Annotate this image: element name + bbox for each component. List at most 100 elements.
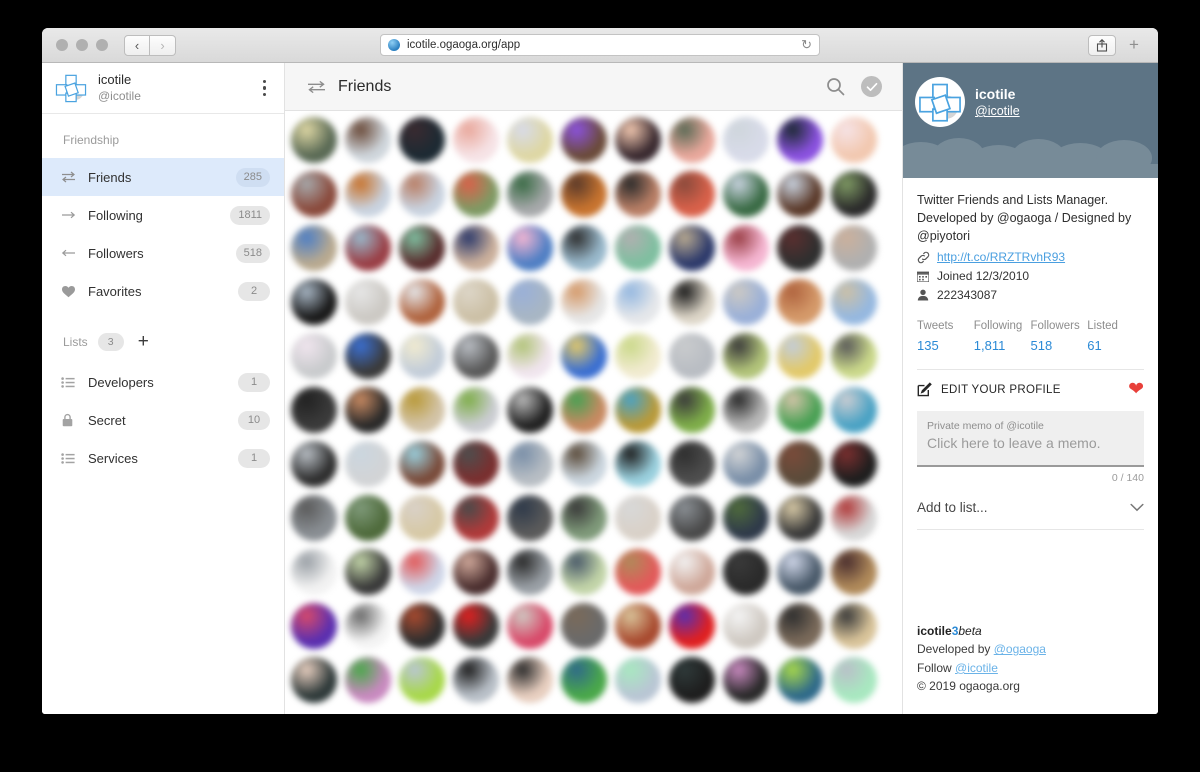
friend-avatar[interactable]	[665, 329, 719, 383]
friend-avatar[interactable]	[827, 653, 881, 707]
friend-avatar[interactable]	[719, 221, 773, 275]
edit-pencil-icon[interactable]	[917, 382, 932, 397]
friend-avatar[interactable]	[557, 491, 611, 545]
friend-avatar[interactable]	[557, 545, 611, 599]
edit-profile-button[interactable]: EDIT YOUR PROFILE	[941, 384, 1128, 396]
sidebar-item-secret[interactable]: Secret 10	[42, 401, 284, 439]
friend-avatar[interactable]	[557, 599, 611, 653]
stat-followers[interactable]: Followers 518	[1031, 318, 1088, 355]
friend-avatar[interactable]	[557, 275, 611, 329]
friend-avatar[interactable]	[557, 221, 611, 275]
friend-avatar[interactable]	[557, 113, 611, 167]
friend-avatar[interactable]	[557, 653, 611, 707]
friend-avatar[interactable]	[503, 383, 557, 437]
friend-avatar[interactable]	[503, 275, 557, 329]
sidebar-item-services[interactable]: Services 1	[42, 439, 284, 477]
sidebar-item-following[interactable]: Following 1811	[42, 196, 284, 234]
friend-avatar[interactable]	[395, 491, 449, 545]
friend-avatar[interactable]	[395, 275, 449, 329]
friend-avatar[interactable]	[503, 221, 557, 275]
friend-avatar[interactable]	[503, 113, 557, 167]
friend-avatar[interactable]	[557, 383, 611, 437]
address-bar[interactable]: icotile.ogaoga.org/app ↻	[380, 34, 820, 56]
friend-avatar[interactable]	[449, 653, 503, 707]
friend-avatar[interactable]	[395, 599, 449, 653]
friend-avatar[interactable]	[665, 437, 719, 491]
friend-avatar[interactable]	[341, 113, 395, 167]
friend-avatar[interactable]	[827, 221, 881, 275]
kebab-menu-icon[interactable]	[259, 76, 271, 101]
stat-tweets[interactable]: Tweets 135	[917, 318, 974, 355]
friend-avatar[interactable]	[341, 491, 395, 545]
friend-avatar[interactable]	[395, 221, 449, 275]
forward-button[interactable]: ›	[150, 34, 176, 56]
friend-avatar[interactable]	[611, 545, 665, 599]
friend-avatar[interactable]	[773, 329, 827, 383]
friend-avatar[interactable]	[719, 599, 773, 653]
friend-avatar[interactable]	[611, 167, 665, 221]
friend-avatar[interactable]	[611, 221, 665, 275]
friend-avatar[interactable]	[665, 167, 719, 221]
friend-avatar[interactable]	[719, 329, 773, 383]
minimize-window-button[interactable]	[76, 39, 88, 51]
friend-avatar[interactable]	[611, 383, 665, 437]
sidebar-item-favorites[interactable]: Favorites 2	[42, 272, 284, 310]
friend-avatar[interactable]	[503, 653, 557, 707]
friend-avatar[interactable]	[287, 113, 341, 167]
friend-avatar[interactable]	[395, 437, 449, 491]
friend-avatar[interactable]	[449, 383, 503, 437]
friend-avatar[interactable]	[395, 329, 449, 383]
friend-avatar[interactable]	[287, 383, 341, 437]
friend-avatar[interactable]	[287, 545, 341, 599]
friend-avatar[interactable]	[719, 491, 773, 545]
friend-avatar[interactable]	[341, 383, 395, 437]
window-controls[interactable]	[56, 39, 108, 51]
friend-avatar[interactable]	[287, 221, 341, 275]
stat-listed[interactable]: Listed 61	[1087, 318, 1144, 355]
add-list-button[interactable]: +	[138, 332, 149, 351]
friend-avatar[interactable]	[341, 221, 395, 275]
friend-avatar[interactable]	[719, 653, 773, 707]
friend-avatar[interactable]	[503, 329, 557, 383]
friend-avatar[interactable]	[773, 599, 827, 653]
friend-avatar[interactable]	[719, 545, 773, 599]
friend-avatar[interactable]	[827, 491, 881, 545]
friend-avatar[interactable]	[449, 491, 503, 545]
friend-avatar[interactable]	[773, 491, 827, 545]
friend-avatar[interactable]	[449, 437, 503, 491]
friend-avatar[interactable]	[665, 545, 719, 599]
footer-follow-link[interactable]: @icotile	[955, 661, 998, 675]
memo-field[interactable]: Private memo of @icotile Click here to l…	[917, 411, 1144, 467]
check-circle-icon[interactable]	[861, 76, 882, 97]
sidebar-account[interactable]: icotile @icotile	[42, 63, 284, 114]
friend-avatar[interactable]	[341, 275, 395, 329]
friend-avatar[interactable]	[557, 329, 611, 383]
friend-avatar[interactable]	[611, 437, 665, 491]
friend-avatar[interactable]	[287, 491, 341, 545]
reload-icon[interactable]: ↻	[801, 37, 812, 53]
friend-avatar[interactable]	[665, 653, 719, 707]
friend-avatar[interactable]	[341, 545, 395, 599]
friend-avatar[interactable]	[395, 167, 449, 221]
friend-avatar[interactable]	[503, 491, 557, 545]
friend-avatar[interactable]	[827, 383, 881, 437]
stat-following[interactable]: Following 1,811	[974, 318, 1031, 355]
friend-avatar[interactable]	[341, 167, 395, 221]
friend-avatar[interactable]	[665, 383, 719, 437]
share-icon[interactable]	[1088, 34, 1116, 56]
new-tab-button[interactable]: +	[1120, 35, 1148, 56]
friend-avatar[interactable]	[773, 383, 827, 437]
footer-developer-link[interactable]: @ogaoga	[994, 642, 1046, 656]
friend-avatar[interactable]	[503, 437, 557, 491]
friend-avatar[interactable]	[773, 113, 827, 167]
friend-avatar[interactable]	[665, 599, 719, 653]
friend-avatar[interactable]	[341, 653, 395, 707]
friend-avatar[interactable]	[719, 383, 773, 437]
avatar[interactable]	[915, 77, 965, 127]
friend-avatar[interactable]	[449, 599, 503, 653]
friend-avatar[interactable]	[449, 113, 503, 167]
friend-avatar[interactable]	[827, 329, 881, 383]
friend-avatar[interactable]	[557, 167, 611, 221]
friend-avatar[interactable]	[665, 275, 719, 329]
profile-handle[interactable]: @icotile	[975, 103, 1020, 119]
